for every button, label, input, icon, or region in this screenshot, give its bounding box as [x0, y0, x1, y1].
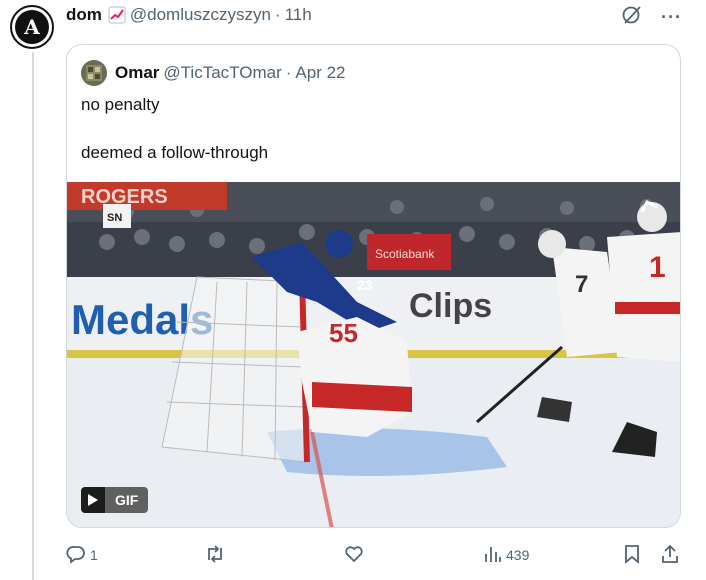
quote-text-line2: deemed a follow-through	[81, 143, 269, 162]
like-button[interactable]	[344, 542, 368, 568]
post-timestamp[interactable]: 11h	[285, 5, 312, 25]
arena-sign-text: Scotiabank	[375, 247, 435, 261]
separator-dot: ·	[274, 5, 281, 24]
heart-icon	[344, 544, 364, 567]
quoted-post[interactable]: Omar @TicTacTOmar · Apr 22 no penalty de…	[66, 44, 681, 528]
share-button[interactable]	[660, 542, 680, 568]
quote-separator-dot: ·	[285, 63, 292, 82]
author-avatar[interactable]: A	[10, 5, 54, 49]
quote-text-line1: no penalty	[81, 95, 160, 114]
jersey-number-red-left: 55	[329, 318, 358, 348]
author-name[interactable]: dom	[66, 5, 102, 25]
header-actions: ···	[621, 4, 682, 31]
quote-date: Apr 22	[295, 63, 346, 82]
avatar-letter-a-logo: A	[15, 10, 49, 44]
chart-increasing-icon	[108, 6, 126, 24]
gif-label: GIF	[105, 487, 149, 513]
gif-badge[interactable]: GIF	[81, 487, 149, 513]
jersey-number-red-right: 1	[649, 251, 666, 284]
jersey-number-red-mid: 7	[575, 271, 588, 298]
grok-icon[interactable]	[621, 4, 643, 31]
retweet-button[interactable]	[204, 542, 230, 568]
play-icon[interactable]	[81, 487, 105, 513]
reply-icon	[66, 544, 86, 567]
views-chart-icon	[484, 544, 502, 567]
reply-count: 1	[90, 547, 98, 563]
board-text-right: Clips	[409, 287, 492, 325]
views-button[interactable]: 439	[484, 542, 529, 568]
share-icon	[660, 544, 680, 567]
more-options-icon[interactable]: ···	[661, 7, 682, 28]
quote-author-avatar	[81, 60, 107, 86]
broadcaster-logo: SN	[107, 212, 122, 224]
gif-media[interactable]: ROGERS SN Scotiabank Medals Clips 23 55 …	[67, 182, 680, 527]
quote-author-handle: @TicTacTOmar	[163, 63, 282, 82]
post-header: dom @domluszczyszyn · 11h ···	[66, 4, 686, 27]
action-bar: 1 439	[66, 542, 686, 568]
quote-author-name: Omar	[115, 63, 160, 82]
quote-header: Omar @TicTacTOmar · Apr 22	[81, 60, 346, 86]
views-count: 439	[506, 547, 530, 563]
bookmark-button[interactable]	[623, 542, 641, 568]
reply-button[interactable]: 1	[66, 542, 98, 568]
bookmark-icon	[623, 544, 641, 567]
hockey-scene-image: ROGERS SN Scotiabank Medals Clips 23 55 …	[67, 182, 680, 527]
author-handle[interactable]: @domluszczyszyn	[130, 5, 271, 25]
jersey-number-blue: 23	[357, 277, 373, 293]
retweet-icon	[204, 544, 226, 567]
thread-line	[32, 52, 34, 580]
